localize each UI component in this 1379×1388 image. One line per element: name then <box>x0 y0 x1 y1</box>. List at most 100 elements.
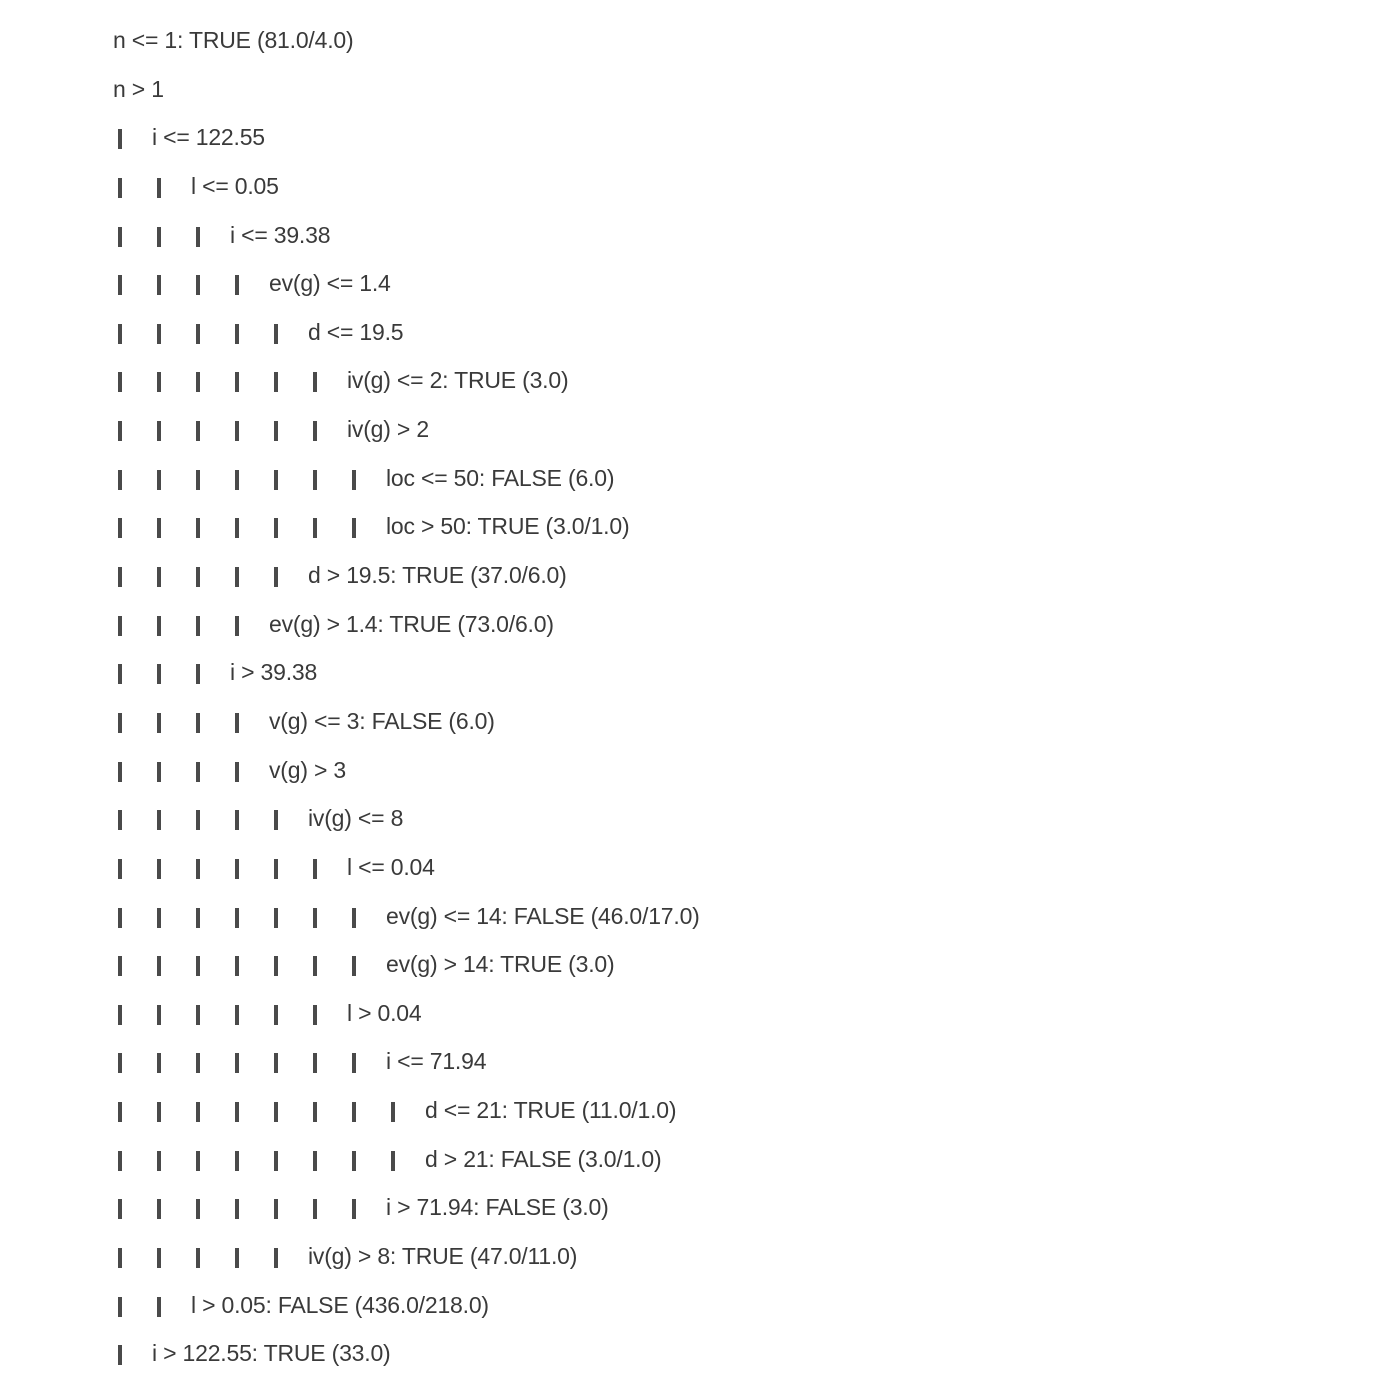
tree-node-text: l > 0.04 <box>347 999 422 1026</box>
tree-indent-bar <box>274 323 278 344</box>
tree-indent-bar <box>274 810 278 831</box>
tree-indent-bar <box>235 615 239 636</box>
tree-indent-bar <box>118 615 122 636</box>
tree-indent-bar <box>313 469 317 490</box>
tree-indent-bar <box>196 518 200 539</box>
tree-node-text: i <= 39.38 <box>230 221 331 248</box>
tree-indent-bar <box>274 1150 278 1171</box>
tree-node-text: iv(g) > 2 <box>347 416 429 443</box>
tree-indent-bar <box>118 275 122 296</box>
tree-indent-bar <box>235 956 239 977</box>
tree-indent-bar <box>274 421 278 442</box>
tree-node-text: ev(g) <= 14: FALSE (46.0/17.0) <box>386 902 700 929</box>
tree-node-text: v(g) > 3 <box>269 756 347 783</box>
tree-indent-bar <box>235 1004 239 1025</box>
tree-node-text: n > 1 <box>113 75 164 102</box>
tree-indent-bar <box>118 664 122 685</box>
tree-indent-bar <box>235 421 239 442</box>
tree-indent-bar <box>118 1345 122 1366</box>
tree-indent-bar <box>157 518 161 539</box>
tree-indent-bar <box>157 323 161 344</box>
tree-indent-bar <box>235 1199 239 1220</box>
tree-indent-bar <box>118 421 122 442</box>
tree-indent-bar <box>196 810 200 831</box>
tree-indent-bar <box>235 372 239 393</box>
tree-indent-bar <box>352 1053 356 1074</box>
tree-indent-bar <box>196 858 200 879</box>
tree-indent-bar <box>235 907 239 928</box>
tree-indent-bar <box>157 1102 161 1123</box>
tree-indent-bar <box>235 1150 239 1171</box>
tree-indent-bar <box>274 372 278 393</box>
tree-indent-bar <box>118 712 122 733</box>
tree-node-text: loc <= 50: FALSE (6.0) <box>386 464 615 491</box>
tree-indent-bar <box>313 956 317 977</box>
tree-indent-bar <box>196 615 200 636</box>
tree-indent-bar <box>118 177 122 198</box>
tree-indent-bar <box>157 810 161 831</box>
tree-indent-bar <box>118 858 122 879</box>
tree-indent-bar <box>352 518 356 539</box>
tree-indent-bar <box>118 372 122 393</box>
tree-indent-bar <box>157 858 161 879</box>
tree-indent-bar <box>196 226 200 247</box>
tree-indent-bar <box>157 1150 161 1171</box>
tree-node-text: d <= 19.5 <box>308 318 404 345</box>
tree-indent-bar <box>157 1053 161 1074</box>
tree-indent-bar <box>313 858 317 879</box>
tree-indent-bar <box>118 1199 122 1220</box>
tree-indent-bar <box>352 1199 356 1220</box>
tree-indent-bar <box>118 323 122 344</box>
tree-indent-bar <box>196 1248 200 1269</box>
tree-indent-bar <box>196 761 200 782</box>
tree-indent-bar <box>313 518 317 539</box>
tree-indent-bar <box>118 810 122 831</box>
tree-indent-bar <box>196 664 200 685</box>
tree-indent-bar <box>274 1248 278 1269</box>
tree-indent-bar <box>118 226 122 247</box>
tree-indent-bar <box>118 956 122 977</box>
tree-indent-bar <box>274 567 278 588</box>
tree-indent-bar <box>157 761 161 782</box>
tree-indent-bar <box>157 469 161 490</box>
tree-indent-bar <box>196 275 200 296</box>
tree-indent-bar <box>157 712 161 733</box>
tree-indent-bar <box>235 275 239 296</box>
tree-indent-bar <box>235 1102 239 1123</box>
tree-indent-bar <box>313 1004 317 1025</box>
tree-node-text: i > 71.94: FALSE (3.0) <box>386 1194 609 1221</box>
tree-indent-bar <box>118 469 122 490</box>
tree-indent-bar <box>157 907 161 928</box>
tree-indent-bar <box>157 1248 161 1269</box>
tree-node-text: ev(g) <= 1.4 <box>269 270 391 297</box>
tree-indent-bar <box>118 567 122 588</box>
tree-indent-bar <box>274 1053 278 1074</box>
tree-node-text: v(g) <= 3: FALSE (6.0) <box>269 707 495 734</box>
tree-indent-bar <box>313 1199 317 1220</box>
tree-indent-bar <box>196 567 200 588</box>
tree-indent-bar <box>118 129 122 150</box>
tree-indent-bar <box>352 469 356 490</box>
tree-indent-bar <box>196 1102 200 1123</box>
tree-indent-bar <box>196 372 200 393</box>
tree-node-text: loc > 50: TRUE (3.0/1.0) <box>386 513 630 540</box>
tree-node-text: l <= 0.04 <box>347 853 435 880</box>
tree-node-text: iv(g) <= 2: TRUE (3.0) <box>347 367 569 394</box>
tree-indent-bar <box>274 1102 278 1123</box>
tree-indent-bar <box>352 1102 356 1123</box>
tree-indent-bar <box>196 1150 200 1171</box>
tree-indent-bar <box>313 1053 317 1074</box>
tree-indent-bar <box>313 1150 317 1171</box>
tree-node-text: d <= 21: TRUE (11.0/1.0) <box>425 1097 677 1124</box>
tree-indent-bar <box>391 1150 395 1171</box>
tree-indent-bar <box>196 1199 200 1220</box>
tree-indent-bar <box>157 615 161 636</box>
tree-indent-bar <box>274 858 278 879</box>
tree-node-text: d > 19.5: TRUE (37.0/6.0) <box>308 562 567 589</box>
tree-indent-bar <box>157 1296 161 1317</box>
tree-indent-bar <box>313 372 317 393</box>
tree-node-text: i <= 71.94 <box>386 1048 487 1075</box>
tree-indent-bar <box>235 567 239 588</box>
tree-indent-bar <box>196 712 200 733</box>
tree-indent-bar <box>157 1199 161 1220</box>
